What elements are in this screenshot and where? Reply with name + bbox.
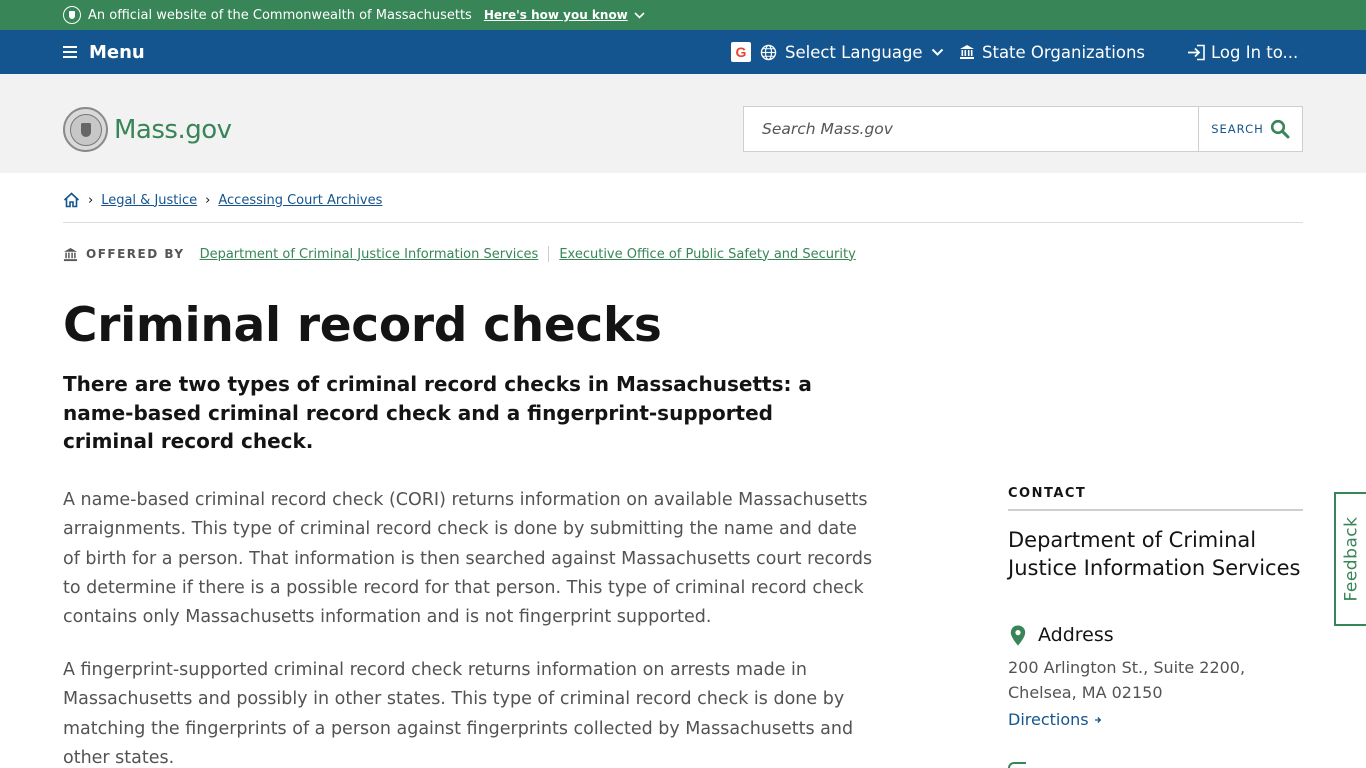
menu-button[interactable]: Menu [63, 30, 145, 74]
breadcrumb-separator: › [88, 192, 94, 208]
breadcrumb-court-archives[interactable]: Accessing Court Archives [218, 193, 382, 208]
contact-label: CONTACT [1008, 486, 1087, 501]
offered-by-cjis-link[interactable]: Department of Criminal Justice Informati… [200, 247, 539, 262]
search-input[interactable] [743, 106, 1198, 152]
language-label: Select Language [785, 42, 923, 62]
login-label: Log In to... [1211, 42, 1299, 62]
contact-org-name: Department of Criminal Justice Informati… [1008, 528, 1301, 580]
building-icon [63, 247, 78, 261]
phone-icon [1008, 762, 1026, 768]
google-icon: G [731, 42, 751, 62]
seal-icon [63, 6, 81, 24]
map-pin-icon [1010, 625, 1026, 645]
divider [548, 246, 550, 262]
how-you-know-link[interactable]: Here's how you know [484, 8, 645, 22]
official-text: An official website of the Commonwealth … [88, 7, 472, 23]
logo-wordmark: Mass.gov [114, 114, 232, 145]
divider [63, 222, 1303, 223]
offered-by-label: OFFERED BY [86, 247, 185, 261]
address-heading: Address [1008, 624, 1114, 646]
login-button[interactable]: Log In to... [1187, 30, 1298, 74]
body-paragraph: A fingerprint-supported criminal record … [63, 660, 854, 768]
contact-address: 200 Arlington St., Suite 2200, Chelsea, … [1008, 658, 1246, 702]
body-paragraph: A name-based criminal record check (CORI… [63, 490, 873, 628]
seal-icon [63, 107, 108, 152]
breadcrumb-separator: › [205, 192, 211, 208]
address-heading-label: Address [1038, 624, 1114, 646]
arrow-right-icon [1094, 716, 1101, 723]
menu-icon [63, 43, 77, 61]
official-banner: An official website of the Commonwealth … [0, 0, 1366, 30]
chevron-down-icon [931, 48, 943, 56]
search-button[interactable]: SEARCH [1198, 106, 1303, 152]
search-button-label: SEARCH [1211, 122, 1264, 136]
breadcrumb-legal-justice[interactable]: Legal & Justice [101, 193, 197, 208]
state-organizations-label: State Organizations [982, 42, 1146, 62]
offered-by-eopss-link[interactable]: Executive Office of Public Safety and Se… [559, 247, 855, 262]
chevron-down-icon [634, 11, 645, 19]
directions-link[interactable]: Directions [1008, 710, 1102, 729]
page-title: Criminal record checks [63, 298, 662, 353]
directions-label: Directions [1008, 710, 1089, 729]
search-icon [1270, 119, 1290, 139]
site-header: Mass.gov SEARCH [0, 74, 1366, 173]
menu-label: Menu [89, 41, 145, 63]
feedback-tab[interactable]: Feedback [1334, 492, 1366, 626]
language-selector[interactable]: G Select Language [731, 30, 944, 74]
offered-by: OFFERED BY Department of Criminal Justic… [63, 244, 856, 264]
page-lede: There are two types of criminal record c… [63, 372, 812, 453]
state-organizations-button[interactable]: State Organizations [959, 30, 1145, 74]
building-icon [960, 45, 974, 59]
login-icon [1188, 44, 1205, 60]
feedback-label: Feedback [1341, 516, 1361, 602]
globe-icon [760, 44, 777, 60]
search-form: SEARCH [743, 106, 1303, 152]
how-you-know-label: Here's how you know [483, 8, 628, 22]
mass-gov-logo[interactable]: Mass.gov [63, 107, 232, 152]
home-icon[interactable] [63, 192, 80, 208]
divider [1008, 509, 1303, 511]
breadcrumb: › Legal & Justice › Accessing Court Arch… [63, 190, 382, 210]
utility-nav: Menu G Select Language State Organizatio… [0, 30, 1366, 74]
